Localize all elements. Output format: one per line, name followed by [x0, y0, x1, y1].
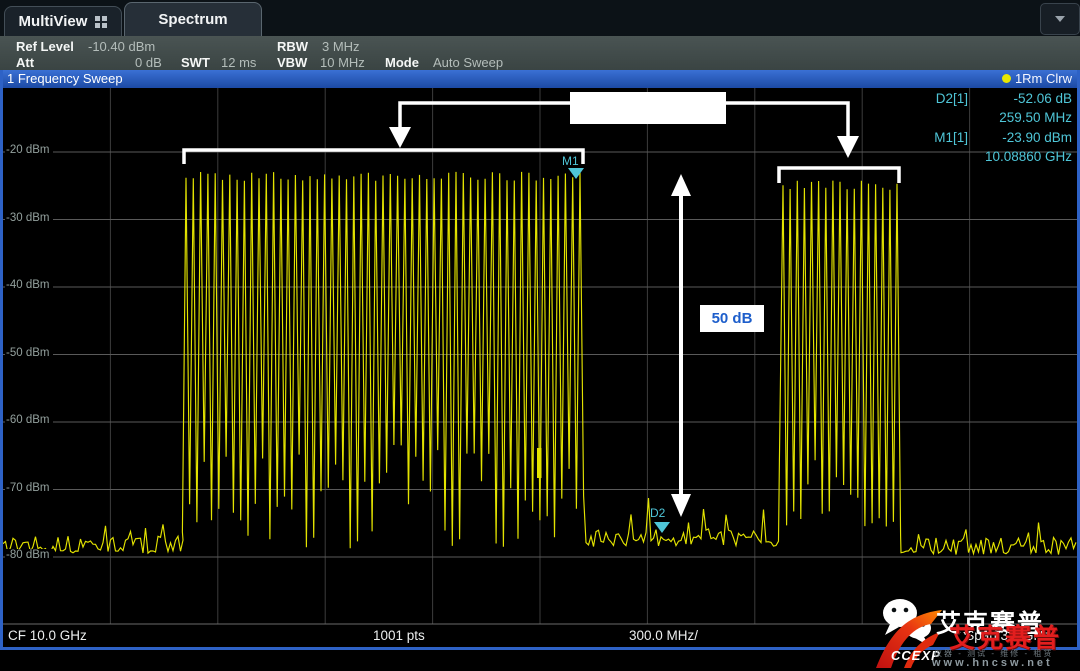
sweep-points-field[interactable]: 1001 pts [373, 628, 425, 643]
callout-line-right [726, 103, 848, 137]
marker-d2-triangle-icon[interactable] [654, 522, 670, 533]
marker-m1-triangle-icon[interactable] [568, 168, 584, 179]
y-axis-tick-label: -60 dBm [5, 414, 53, 426]
vbw-value[interactable]: 10 MHz [320, 55, 365, 70]
sweep-settings-header: Ref Level -10.40 dBm RBW 3 MHz Att 0 dB … [0, 36, 1080, 70]
trace-bright-segment [537, 448, 542, 478]
tab-multiview-label: MultiView [19, 13, 88, 30]
bracket-left-block [184, 150, 583, 164]
marker-d2-level: -52.06 dB [1013, 91, 1072, 106]
marker-m1-level: -23.90 dBm [1002, 130, 1072, 145]
annotation-overlay [0, 0, 1080, 671]
marker-m1-freq: 10.08860 GHz [985, 149, 1072, 164]
bracket-right-block [779, 168, 899, 183]
arrow-down-right-icon [837, 136, 859, 158]
center-frequency-field[interactable]: CF 10.0 GHz [8, 628, 87, 643]
trace-1-line [3, 172, 1076, 555]
marker-d2-freq: 259.50 MHz [999, 110, 1072, 125]
y-axis-tick-label: -30 dBm [5, 212, 53, 224]
multiview-grid-icon [95, 16, 107, 28]
delta-50db-text: 50 dB [712, 310, 753, 327]
watermark-url: www.hncsw.net [932, 657, 1053, 669]
window-title: 1 Frequency Sweep [7, 71, 123, 86]
callout-line-left [400, 103, 570, 128]
att-label: Att [16, 55, 34, 70]
att-value[interactable]: 0 dB [135, 55, 162, 70]
y-axis-tick-label: -40 dBm [5, 279, 53, 291]
rbw-value[interactable]: 3 MHz [322, 39, 360, 54]
y-axis-tick-label: -50 dBm [5, 347, 53, 359]
y-axis-tick-label: -70 dBm [5, 482, 53, 494]
delta-50db-label: 50 dB [700, 305, 764, 332]
per-division-field[interactable]: 300.0 MHz/ [629, 628, 698, 643]
marker-d2-tag: D2 [650, 506, 665, 520]
rbw-label: RBW [277, 39, 308, 54]
callout-box [570, 92, 726, 124]
tab-bar: MultiView Spectrum [0, 0, 1080, 36]
vbw-label: VBW [277, 55, 307, 70]
spectrum-plot [0, 0, 1080, 671]
tab-multiview[interactable]: MultiView [4, 6, 122, 36]
window-title-bar[interactable] [0, 70, 1080, 88]
marker-m1-tag: M1 [562, 154, 579, 168]
window-frame-left [0, 70, 3, 650]
mode-label: Mode [385, 55, 419, 70]
ref-level-value[interactable]: -10.40 dBm [88, 39, 155, 54]
ref-level-label: Ref Level [16, 39, 74, 54]
marker-m1-name[interactable]: M1[1] [934, 130, 968, 145]
tab-spectrum[interactable]: Spectrum [124, 2, 262, 36]
tab-spectrum-label: Spectrum [158, 11, 227, 28]
mode-value[interactable]: Auto Sweep [433, 55, 503, 70]
marker-d2-name[interactable]: D2[1] [936, 91, 968, 106]
trace-indicator-label: 1Rm Clrw [1015, 71, 1072, 86]
swt-label: SWT [181, 55, 210, 70]
chevron-down-icon [1055, 16, 1065, 22]
swt-value[interactable]: 12 ms [221, 55, 256, 70]
arrow-up-icon [671, 174, 691, 196]
arrow-down-left-icon [389, 127, 411, 148]
y-axis-tick-label: -20 dBm [5, 144, 53, 156]
trace-indicator[interactable]: 1Rm Clrw [1002, 71, 1072, 86]
y-axis-tick-label: -80 dBm [5, 549, 53, 561]
arrow-down-icon [671, 494, 691, 517]
trace1-color-dot-icon [1002, 74, 1011, 83]
tab-overflow-button[interactable] [1040, 3, 1080, 35]
